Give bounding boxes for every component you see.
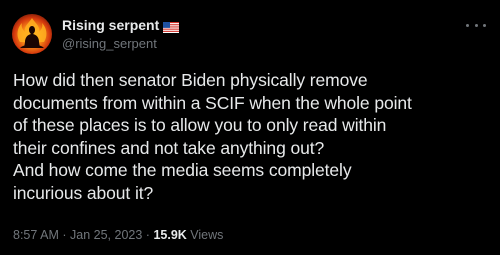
more-horizontal-icon[interactable] [466, 20, 486, 30]
dot [483, 23, 486, 27]
dot [466, 23, 469, 27]
views-label: Views [190, 228, 224, 242]
tweet-time[interactable]: 8:57 AM [13, 228, 59, 242]
views-count[interactable]: 15.9K [153, 228, 186, 242]
meta-separator: · [62, 228, 67, 242]
tweet-card: Rising serpent @rising_serpent How did t… [0, 0, 500, 255]
display-name[interactable]: Rising serpent [62, 17, 159, 33]
name-row: Rising serpent [62, 16, 180, 34]
tweet-date[interactable]: Jan 25, 2023 [70, 228, 142, 242]
tweet-meta: 8:57 AM · Jan 25, 2023 · 15.9K Views [13, 228, 223, 242]
serpent-fire-avatar-icon [17, 18, 47, 48]
author-header: Rising serpent @rising_serpent [62, 16, 180, 51]
tweet-text: How did then senator Biden physically re… [13, 70, 412, 203]
us-flag-icon [163, 20, 180, 33]
handle[interactable]: @rising_serpent [62, 36, 179, 51]
avatar[interactable] [12, 14, 52, 54]
dot [474, 23, 478, 27]
meta-separator: · [145, 228, 150, 242]
